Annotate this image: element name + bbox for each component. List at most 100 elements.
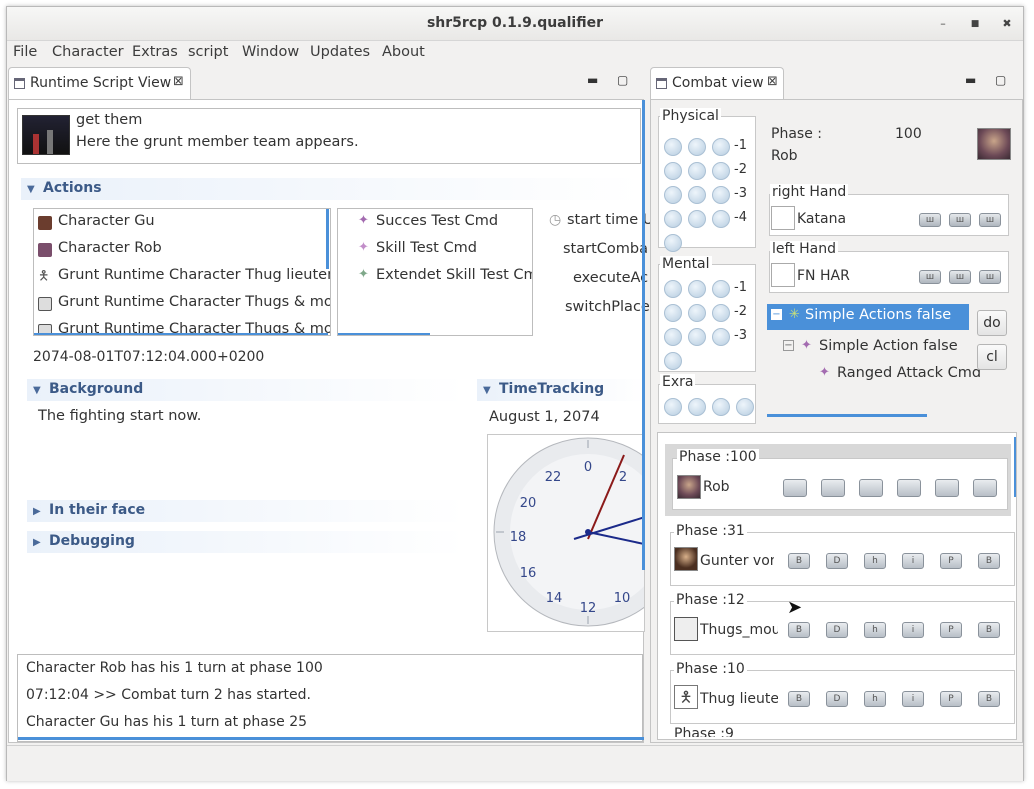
- actions-section-header[interactable]: ▼ Actions: [21, 178, 641, 200]
- damage-box[interactable]: [664, 328, 682, 346]
- damage-box[interactable]: [688, 138, 706, 156]
- phase-action-button[interactable]: P: [940, 691, 962, 707]
- damage-box[interactable]: [688, 210, 706, 228]
- edge-box[interactable]: [688, 398, 706, 416]
- debugging-section-header[interactable]: ▶ Debugging: [27, 531, 465, 553]
- scrollbar[interactable]: [642, 100, 645, 570]
- cl-button[interactable]: cl: [977, 344, 1007, 370]
- damage-box[interactable]: [712, 162, 730, 180]
- tree-item-selected[interactable]: − ✳ Simple Actions false: [767, 304, 969, 330]
- edge-box[interactable]: [736, 398, 754, 416]
- close-tab-icon[interactable]: ⊠: [173, 74, 184, 89]
- phase-action-button[interactable]: [821, 479, 845, 497]
- damage-box[interactable]: [712, 138, 730, 156]
- command-list[interactable]: ✦ Succes Test Cmd ✦ Skill Test Cmd ✦ Extend…: [337, 208, 533, 336]
- phase-action-button[interactable]: [897, 479, 921, 497]
- damage-box[interactable]: [688, 162, 706, 180]
- damage-box[interactable]: [688, 280, 706, 298]
- menu-window[interactable]: Window: [242, 44, 299, 60]
- damage-box[interactable]: [664, 162, 682, 180]
- tab-runtime-script-view[interactable]: Runtime Script View ⊠: [8, 67, 191, 99]
- tree-item[interactable]: ✦ Ranged Attack Cmd: [819, 363, 981, 387]
- minimize-view-icon[interactable]: ▬: [965, 73, 976, 87]
- weapon-action-button[interactable]: ш: [919, 213, 941, 227]
- damage-box[interactable]: [712, 328, 730, 346]
- phase-action-button[interactable]: h: [864, 553, 886, 569]
- damage-box[interactable]: [688, 186, 706, 204]
- damage-box[interactable]: [712, 304, 730, 322]
- phase-action-button[interactable]: i: [902, 622, 924, 638]
- phase-action-button[interactable]: h: [864, 691, 886, 707]
- maximize-view-icon[interactable]: ▢: [995, 73, 1006, 87]
- phase-action-button[interactable]: D: [826, 691, 848, 707]
- timeline-item[interactable]: startComba: [563, 241, 648, 257]
- timeline-item[interactable]: executeAc: [573, 270, 648, 286]
- damage-box[interactable]: [664, 234, 682, 252]
- damage-box[interactable]: [664, 280, 682, 298]
- phase-action-button[interactable]: [783, 479, 807, 497]
- log-area[interactable]: Character Rob has his 1 turn at phase 10…: [17, 654, 644, 742]
- weapon-action-button[interactable]: ш: [949, 270, 971, 284]
- damage-box[interactable]: [664, 304, 682, 322]
- phase-action-button[interactable]: P: [940, 622, 962, 638]
- timetracking-section-header[interactable]: ▼ TimeTracking: [477, 379, 645, 401]
- phase-action-button[interactable]: B: [978, 553, 1000, 569]
- damage-box[interactable]: [712, 280, 730, 298]
- phase-action-button[interactable]: h: [864, 622, 886, 638]
- menu-script[interactable]: script: [188, 44, 228, 60]
- minimize-button[interactable]: –: [935, 16, 951, 32]
- scrollbar[interactable]: [767, 414, 927, 417]
- damage-box[interactable]: [664, 210, 682, 228]
- phase-action-button[interactable]: P: [940, 553, 962, 569]
- tree-item[interactable]: − ✦ Simple Action false: [783, 336, 969, 360]
- scrollbar[interactable]: [326, 209, 329, 269]
- phase-action-button[interactable]: B: [788, 622, 810, 638]
- do-button[interactable]: do: [977, 310, 1007, 336]
- edge-box[interactable]: [664, 398, 682, 416]
- character-list[interactable]: Character Gu Character Rob 🯅 Grunt Runtim…: [33, 208, 331, 336]
- edge-box[interactable]: [712, 398, 730, 416]
- background-section-header[interactable]: ▼ Background: [27, 379, 465, 401]
- in-their-face-section-header[interactable]: ▶ In their face: [27, 500, 465, 522]
- menu-about[interactable]: About: [382, 44, 425, 60]
- scrollbar[interactable]: [18, 737, 644, 740]
- damage-box[interactable]: [688, 304, 706, 322]
- phase-action-button[interactable]: B: [788, 553, 810, 569]
- phase-action-button[interactable]: i: [902, 553, 924, 569]
- phase-action-button[interactable]: B: [788, 691, 810, 707]
- scrollbar[interactable]: [338, 333, 430, 335]
- close-button[interactable]: ✖: [999, 16, 1015, 32]
- menu-file[interactable]: File: [13, 44, 37, 60]
- timeline-item[interactable]: start time U: [567, 212, 653, 228]
- phase-action-button[interactable]: [859, 479, 883, 497]
- maximize-button[interactable]: ■: [967, 16, 983, 32]
- menu-character[interactable]: Character: [52, 44, 124, 60]
- phase-action-button[interactable]: [935, 479, 959, 497]
- weapon-action-button[interactable]: ш: [979, 270, 1001, 284]
- damage-box[interactable]: [664, 186, 682, 204]
- phase-action-button[interactable]: B: [978, 691, 1000, 707]
- damage-box[interactable]: [712, 186, 730, 204]
- timeline-item[interactable]: switchPlace: [565, 299, 650, 315]
- damage-box[interactable]: [688, 328, 706, 346]
- maximize-view-icon[interactable]: ▢: [617, 73, 628, 87]
- phase-action-button[interactable]: i: [902, 691, 924, 707]
- close-tab-icon[interactable]: ⊠: [767, 74, 778, 89]
- scrollbar[interactable]: [1014, 437, 1016, 497]
- weapon-action-button[interactable]: ш: [979, 213, 1001, 227]
- tab-combat-view[interactable]: Combat view ⊠: [650, 67, 784, 99]
- weapon-slot[interactable]: [771, 263, 795, 287]
- menu-updates[interactable]: Updates: [310, 44, 370, 60]
- weapon-slot[interactable]: [771, 206, 795, 230]
- title-bar[interactable]: shr5rcp 0.1.9.qualifier – ■ ✖: [7, 7, 1023, 41]
- weapon-action-button[interactable]: ш: [949, 213, 971, 227]
- menu-extras[interactable]: Extras: [132, 44, 178, 60]
- damage-box[interactable]: [664, 138, 682, 156]
- collapse-icon[interactable]: −: [771, 309, 782, 320]
- weapon-action-button[interactable]: ш: [919, 270, 941, 284]
- collapse-icon[interactable]: −: [783, 340, 794, 351]
- phase-action-button[interactable]: D: [826, 622, 848, 638]
- damage-box[interactable]: [664, 352, 682, 370]
- minimize-view-icon[interactable]: ▬: [587, 73, 598, 87]
- scrollbar[interactable]: [34, 333, 328, 335]
